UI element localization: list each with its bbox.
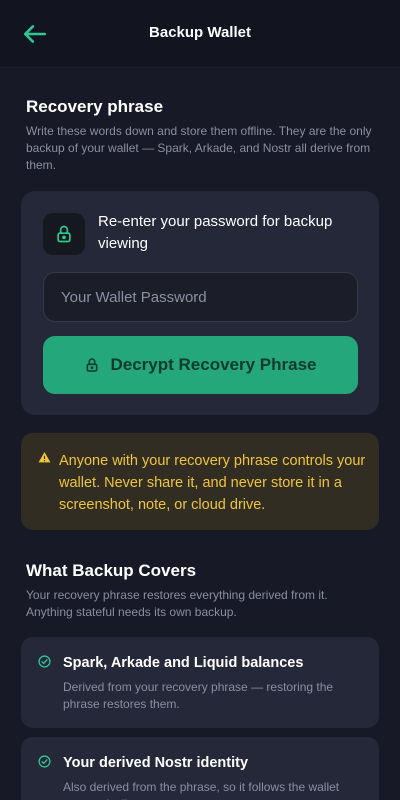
decrypt-button-label: Decrypt Recovery Phrase [110, 355, 317, 374]
coverage-item: Your derived Nostr identity Also derived… [21, 737, 379, 800]
lock-badge [43, 213, 85, 255]
check-circle-icon [38, 655, 51, 668]
decrypt-recovery-phrase-button[interactable]: Decrypt Recovery Phrase [43, 336, 358, 394]
coverage-item: Spark, Arkade and Liquid balances Derive… [21, 637, 379, 728]
lock-icon [57, 225, 71, 243]
check-circle-icon [38, 755, 51, 768]
coverage-item-description: Derived from your recovery phrase — rest… [63, 680, 334, 711]
warning-icon [38, 452, 51, 463]
recovery-phrase-title: Recovery phrase [26, 97, 164, 116]
backup-covers-title: What Backup Covers [26, 561, 197, 580]
coverage-item-title: Your derived Nostr identity [63, 755, 249, 771]
password-card: Re-enter your password for backup viewin… [21, 191, 379, 415]
wallet-password-input[interactable] [43, 272, 358, 322]
coverage-item-title: Spark, Arkade and Liquid balances [63, 655, 304, 671]
page-title: Backup Wallet [149, 24, 251, 41]
app-header: Backup Wallet [0, 0, 400, 68]
backup-covers-description: Your recovery phrase restores everything… [26, 588, 328, 619]
warning-text: Anyone with your recovery phrase control… [59, 453, 366, 513]
lock-icon [87, 358, 98, 372]
recovery-phrase-description: Write these words down and store them of… [26, 124, 372, 172]
password-prompt-heading: Re-enter your password for backup viewin… [98, 213, 333, 252]
security-warning: Anyone with your recovery phrase control… [21, 433, 379, 530]
coverage-item-description: Also derived from the phrase, so it foll… [63, 780, 340, 800]
